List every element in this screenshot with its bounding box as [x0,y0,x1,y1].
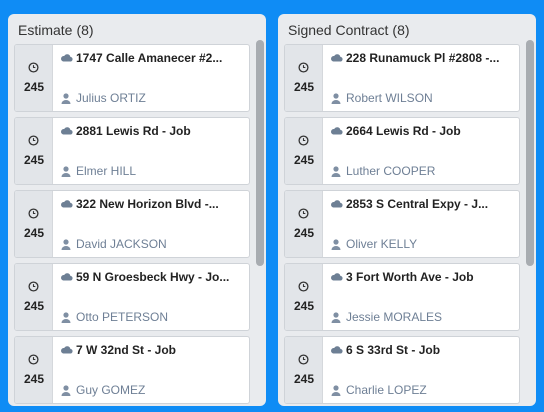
job-title: 2853 S Central Expy - J... [346,197,489,211]
clock-icon [28,281,39,292]
column-signed-contract: Signed Contract (8) 245 228 Runamuck Pl #… [278,14,536,406]
days-count: 245 [293,153,315,167]
card-sidebar: 245 [15,264,53,330]
cloud-icon [61,127,73,135]
days-count: 245 [293,299,315,313]
card-sidebar: 245 [285,45,323,111]
card-sidebar: 245 [285,337,323,403]
cloud-icon [331,273,343,281]
job-title: 228 Runamuck Pl #2808 -... [346,51,500,65]
column-title: Estimate [18,22,73,38]
job-card[interactable]: 245 6 S 33rd St - Job Charlie LOPEZ [284,336,520,404]
job-title: 1747 Calle Amanecer #2... [76,51,223,65]
contact-name: Oliver KELLY [346,237,418,251]
contact-name: Otto PETERSON [76,310,169,324]
person-icon [331,312,341,323]
days-count: 245 [293,80,315,94]
clock-icon [28,354,39,365]
job-title: 3 Fort Worth Ave - Job [346,270,474,284]
cloud-icon [331,54,343,62]
job-card[interactable]: 245 3 Fort Worth Ave - Job Jessie MORALE… [284,263,520,331]
person-icon [331,239,341,250]
cloud-icon [331,346,343,354]
contact-name: Julius ORTIZ [76,91,146,105]
job-title: 322 New Horizon Blvd -... [76,197,219,211]
cloud-icon [61,273,73,281]
card-sidebar: 245 [15,191,53,257]
days-count: 245 [293,226,315,240]
cloud-icon [61,346,73,354]
card-sidebar: 245 [15,337,53,403]
cloud-icon [331,127,343,135]
days-count: 245 [23,372,45,386]
column-count: (8) [392,22,410,38]
contact-name: David JACKSON [76,237,167,251]
job-title: 2664 Lewis Rd - Job [346,124,461,138]
clock-icon [298,208,309,219]
clock-icon [28,62,39,73]
clock-icon [298,354,309,365]
contact-name: Luther COOPER [346,164,436,178]
card-list: 245 1747 Calle Amanecer #2... Julius ORT… [14,44,250,406]
column-title: Signed Contract [288,22,389,38]
contact-name: Charlie LOPEZ [346,383,427,397]
card-sidebar: 245 [285,118,323,184]
person-icon [331,93,341,104]
days-count: 245 [23,226,45,240]
days-count: 245 [23,80,45,94]
card-sidebar: 245 [15,45,53,111]
column-header: Signed Contract (8) [288,22,410,38]
job-card[interactable]: 245 228 Runamuck Pl #2808 -... Robert WI… [284,44,520,112]
job-card[interactable]: 245 1747 Calle Amanecer #2... Julius ORT… [14,44,250,112]
person-icon [331,385,341,396]
clock-icon [28,135,39,146]
person-icon [61,93,71,104]
job-card[interactable]: 245 7 W 32nd St - Job Guy GOMEZ [14,336,250,404]
clock-icon [28,208,39,219]
contact-name: Guy GOMEZ [76,383,146,397]
job-card[interactable]: 245 2881 Lewis Rd - Job Elmer HILL [14,117,250,185]
contact-name: Jessie MORALES [346,310,443,324]
card-sidebar: 245 [285,264,323,330]
person-icon [61,239,71,250]
job-card[interactable]: 245 59 N Groesbeck Hwy - Jo... Otto PETE… [14,263,250,331]
clock-icon [298,281,309,292]
clock-icon [298,135,309,146]
days-count: 245 [23,299,45,313]
card-sidebar: 245 [15,118,53,184]
contact-name: Robert WILSON [346,91,433,105]
scroll-thumb[interactable] [256,40,264,266]
card-list: 245 228 Runamuck Pl #2808 -... Robert WI… [284,44,520,406]
days-count: 245 [23,153,45,167]
person-icon [61,166,71,177]
column-header: Estimate (8) [18,22,94,38]
cloud-icon [331,200,343,208]
person-icon [331,166,341,177]
clock-icon [298,62,309,73]
days-count: 245 [293,372,315,386]
scroll-thumb[interactable] [526,40,534,266]
job-title: 59 N Groesbeck Hwy - Jo... [76,270,230,284]
cloud-icon [61,54,73,62]
column-scrollbar[interactable] [526,40,534,404]
column-scrollbar[interactable] [256,40,264,404]
cloud-icon [61,200,73,208]
job-card[interactable]: 245 322 New Horizon Blvd -... David JACK… [14,190,250,258]
column-estimate: Estimate (8) 245 1747 Calle Amanecer #2..… [8,14,266,406]
job-title: 6 S 33rd St - Job [346,343,441,357]
column-count: (8) [76,22,94,38]
job-title: 7 W 32nd St - Job [76,343,177,357]
job-card[interactable]: 245 2664 Lewis Rd - Job Luther COOPER [284,117,520,185]
job-title: 2881 Lewis Rd - Job [76,124,191,138]
job-card[interactable]: 245 2853 S Central Expy - J... Oliver KE… [284,190,520,258]
contact-name: Elmer HILL [76,164,137,178]
card-sidebar: 245 [285,191,323,257]
person-icon [61,385,71,396]
person-icon [61,312,71,323]
